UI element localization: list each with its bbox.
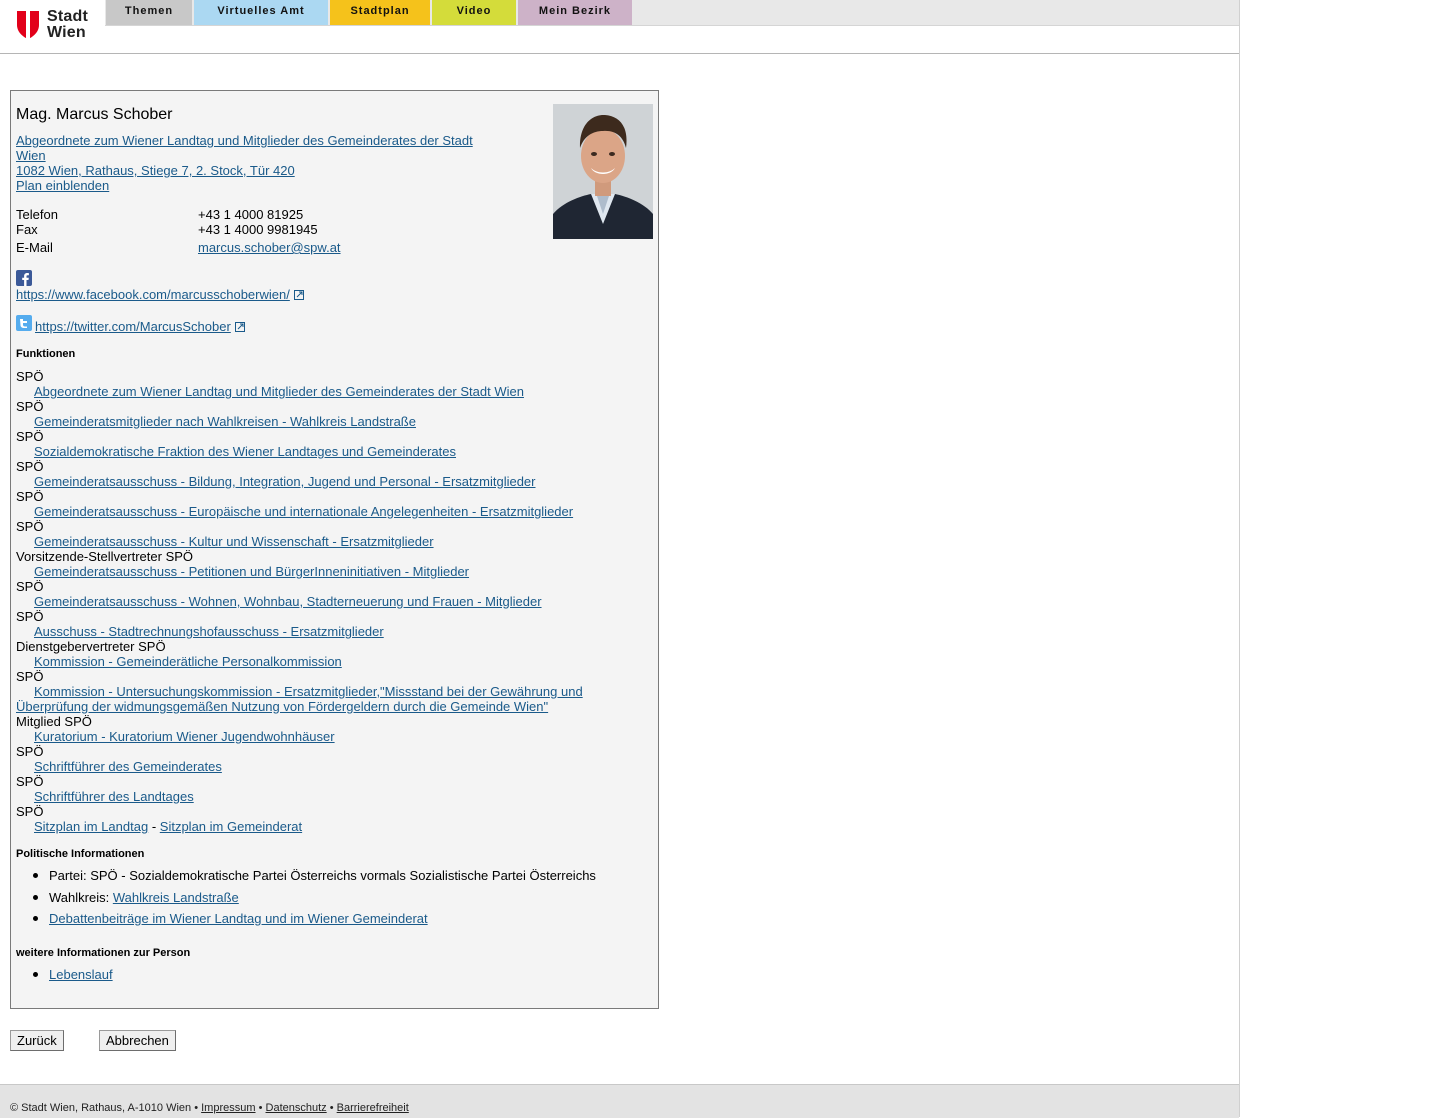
twitter-url: https://twitter.com/MarcusSchober	[35, 319, 231, 334]
function-link[interactable]: Kommission - Untersuchungskommission - E…	[34, 684, 583, 699]
logo-line-2: Wien	[47, 24, 86, 41]
seating-plan-gemeinderat-link[interactable]: Sitzplan im Gemeinderat	[160, 819, 302, 834]
phone-label: Telefon	[16, 207, 58, 222]
twitter-link[interactable]: https://twitter.com/MarcusSchober	[35, 319, 245, 334]
function-link[interactable]: Gemeinderatsausschuss - Europäische und …	[34, 504, 573, 519]
email-link[interactable]: marcus.schober@spw.at	[198, 240, 341, 255]
fax-value: +43 1 4000 9981945	[198, 222, 318, 237]
facebook-url: https://www.facebook.com/marcusschoberwi…	[16, 287, 290, 302]
external-link-icon	[293, 290, 304, 300]
show-plan-link[interactable]: Plan einblenden	[16, 178, 109, 193]
cv-link[interactable]: Lebenslauf	[49, 967, 113, 982]
page-gutter	[1240, 0, 1440, 1117]
site-header: Stadt Wien Themen Virtuelles Amt Stadtpl…	[0, 0, 1239, 54]
footer-text: © Stadt Wien, Rathaus, A-1010 Wien • Imp…	[10, 1102, 409, 1114]
facebook-icon[interactable]	[16, 270, 32, 286]
external-link-icon	[234, 322, 245, 332]
site-footer: © Stadt Wien, Rathaus, A-1010 Wien • Imp…	[0, 1084, 1239, 1118]
function-role: Mitglied SPÖ	[16, 714, 92, 729]
function-link[interactable]: Gemeinderatsausschuss - Bildung, Integra…	[34, 474, 536, 489]
portrait-photo	[553, 104, 653, 239]
function-role: SPÖ	[16, 579, 44, 594]
function-role: SPÖ	[16, 489, 44, 504]
function-role: SPÖ	[16, 519, 44, 534]
twitter-icon[interactable]	[16, 315, 32, 331]
function-link[interactable]: Gemeinderatsmitglieder nach Wahlkreisen …	[34, 414, 416, 429]
debates-link[interactable]: Debattenbeiträge im Wiener Landtag und i…	[49, 911, 428, 926]
email-label: E-Mail	[16, 240, 53, 255]
political-info-heading: Politische Informationen	[16, 848, 145, 860]
bullet	[33, 873, 38, 878]
bullet	[33, 972, 38, 977]
logo-wordmark: Stadt Wien	[47, 9, 88, 41]
person-title-link-cont[interactable]: Wien	[16, 148, 46, 163]
function-link[interactable]: Abgeordnete zum Wiener Landtag und Mitgl…	[34, 384, 524, 399]
function-link-cont[interactable]: Überprüfung der widmungsgemäßen Nutzung …	[16, 699, 548, 714]
datenschutz-link[interactable]: Datenschutz	[266, 1102, 327, 1114]
party-label: Partei:	[49, 868, 87, 883]
function-role: Vorsitzende-Stellvertreter SPÖ	[16, 549, 194, 564]
footer-separator: •	[258, 1102, 263, 1114]
seating-plan-landtag-link[interactable]: Sitzplan im Landtag	[34, 819, 148, 834]
function-role: Dienstgebervertreter SPÖ	[16, 639, 166, 654]
function-role: SPÖ	[16, 369, 44, 384]
tab-stadtplan[interactable]: Stadtplan	[330, 0, 430, 25]
person-card: Mag. Marcus Schober Abgeordnete zum Wien…	[10, 90, 659, 1009]
seating-plan-links: Sitzplan im Landtag - Sitzplan im Gemein…	[34, 819, 302, 834]
function-role: SPÖ	[16, 804, 44, 819]
function-role: SPÖ	[16, 669, 44, 684]
party-value: SPÖ - Sozialdemokratische Partei Österre…	[90, 868, 596, 883]
more-info-heading: weitere Informationen zur Person	[16, 947, 191, 959]
function-role: SPÖ	[16, 744, 44, 759]
district-link[interactable]: Wahlkreis Landstraße	[113, 890, 239, 905]
bullet	[33, 895, 38, 900]
separator: -	[151, 819, 157, 834]
bullet	[33, 916, 38, 921]
district-info: Wahlkreis: Wahlkreis Landstraße	[49, 890, 239, 905]
function-link[interactable]: Sozialdemokratische Fraktion des Wiener …	[34, 444, 456, 459]
facebook-link[interactable]: https://www.facebook.com/marcusschoberwi…	[16, 287, 304, 302]
function-role: SPÖ	[16, 609, 44, 624]
logo-line-1: Stadt	[47, 8, 88, 25]
function-link[interactable]: Kommission - Gemeinderätliche Personalko…	[34, 654, 342, 669]
address-link[interactable]: 1082 Wien, Rathaus, Stiege 7, 2. Stock, …	[16, 163, 295, 178]
person-name: Mag. Marcus Schober	[16, 106, 173, 123]
district-label: Wahlkreis:	[49, 890, 110, 905]
tab-mein-bezirk[interactable]: Mein Bezirk	[518, 0, 632, 25]
tab-virtuelles-amt[interactable]: Virtuelles Amt	[194, 0, 328, 25]
fax-label: Fax	[16, 222, 38, 237]
footer-separator: •	[329, 1102, 334, 1114]
function-role: SPÖ	[16, 459, 44, 474]
barrierefreiheit-link[interactable]: Barrierefreiheit	[337, 1102, 409, 1114]
person-title-link[interactable]: Abgeordnete zum Wiener Landtag und Mitgl…	[16, 133, 473, 148]
wien-shield-icon	[17, 11, 39, 39]
function-role: SPÖ	[16, 774, 44, 789]
function-link[interactable]: Schriftführer des Landtages	[34, 789, 194, 804]
functions-heading: Funktionen	[16, 348, 76, 360]
phone-value: +43 1 4000 81925	[198, 207, 304, 222]
function-link[interactable]: Schriftführer des Gemeinderates	[34, 759, 222, 774]
page: Stadt Wien Themen Virtuelles Amt Stadtpl…	[0, 0, 1240, 1118]
function-link[interactable]: Gemeinderatsausschuss - Petitionen und B…	[34, 564, 469, 579]
tab-themen[interactable]: Themen	[106, 0, 192, 25]
function-role: SPÖ	[16, 399, 44, 414]
function-link[interactable]: Gemeinderatsausschuss - Wohnen, Wohnbau,…	[34, 594, 542, 609]
stadt-wien-logo[interactable]: Stadt Wien	[0, 0, 105, 52]
portrait-illustration	[553, 104, 653, 239]
tab-video[interactable]: Video	[432, 0, 516, 25]
cancel-button[interactable]: Abbrechen	[99, 1030, 176, 1051]
impressum-link[interactable]: Impressum	[201, 1102, 255, 1114]
function-role: SPÖ	[16, 429, 44, 444]
party-info: Partei: SPÖ - Sozialdemokratische Partei…	[49, 868, 596, 883]
footer-separator: •	[194, 1102, 199, 1114]
function-link[interactable]: Kuratorium - Kuratorium Wiener Jugendwoh…	[34, 729, 335, 744]
function-link[interactable]: Gemeinderatsausschuss - Kultur und Wisse…	[34, 534, 434, 549]
back-button[interactable]: Zurück	[10, 1030, 64, 1051]
function-link[interactable]: Ausschuss - Stadtrechnungshofausschuss -…	[34, 624, 384, 639]
footer-copyright: © Stadt Wien, Rathaus, A-1010 Wien	[10, 1102, 192, 1114]
